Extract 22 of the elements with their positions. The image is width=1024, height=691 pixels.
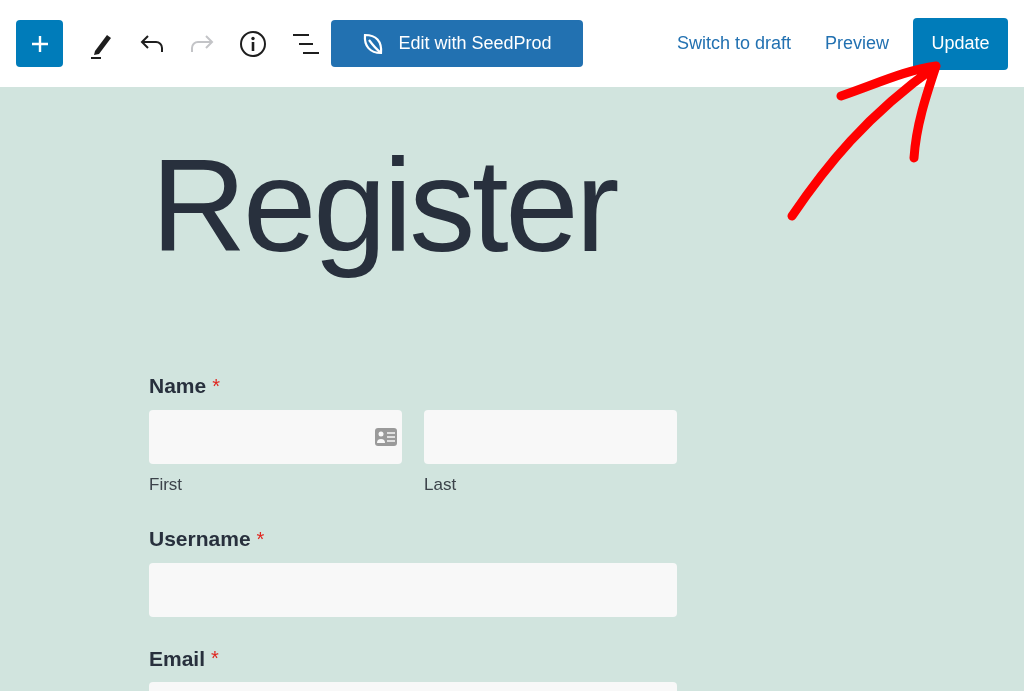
add-block-button[interactable] [16,20,63,67]
update-button[interactable]: Update [913,17,1008,70]
required-asterisk: * [256,526,265,552]
toolbar-link[interactable]: Preview [824,30,889,57]
contact-card-icon [374,426,398,447]
required-asterisk: * [211,646,219,672]
edit-with-seedprod-button[interactable]: Edit with SeedProd [331,20,583,67]
list-outline-icon[interactable] [291,32,319,55]
sub-label: Last [424,473,458,496]
text-input-field[interactable] [149,562,677,617]
required-asterisk: * [212,373,220,399]
undo-icon[interactable] [139,32,165,55]
page-title: Register [151,131,617,281]
field-label: Email [149,645,206,672]
sub-label: First [149,473,184,496]
toolbar-link[interactable]: Switch to draft [676,30,791,57]
leaf-icon [362,31,385,56]
name-input-field[interactable] [424,409,677,464]
field-label: Name [149,373,207,399]
field-label: Username [149,526,251,552]
name-input-field[interactable] [149,409,402,464]
info-icon[interactable] [239,29,267,58]
